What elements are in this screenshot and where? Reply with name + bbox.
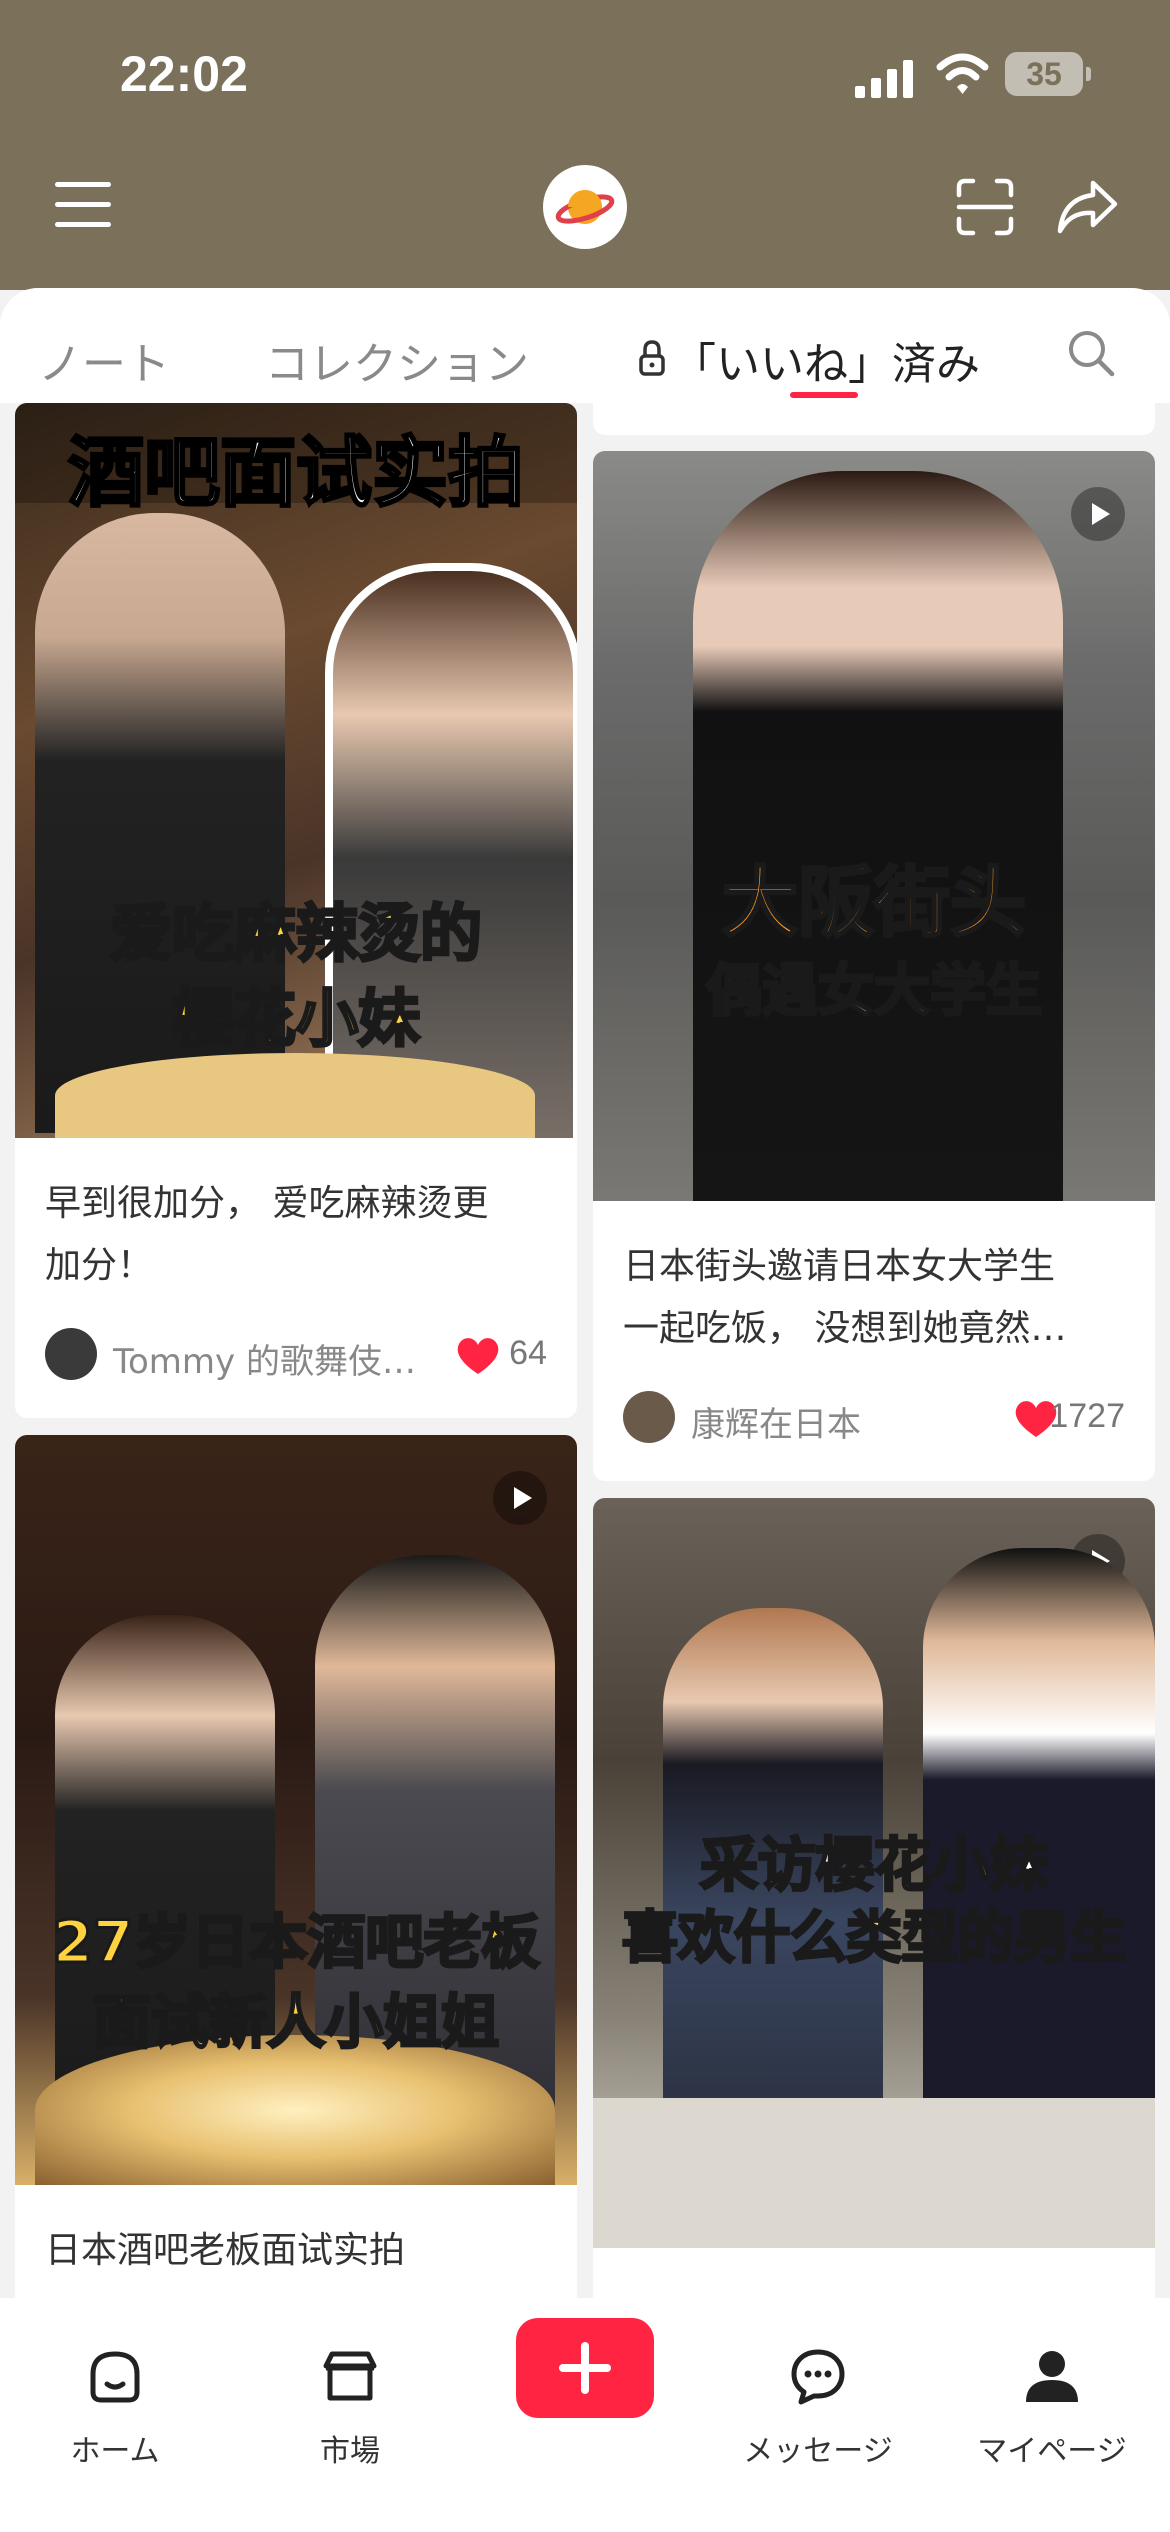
nav-market[interactable]: 市場	[260, 2318, 440, 2478]
battery-tip	[1086, 67, 1091, 81]
author-name[interactable]: Tommy 的歌舞伎…	[113, 1334, 433, 1383]
cover-main-caption: 大阪街头	[721, 857, 1028, 949]
note-cover-image: 大阪街头 偶遇女大学生	[593, 451, 1155, 1201]
cover-top-caption: 酒吧面试实拍	[67, 427, 526, 519]
note-card[interactable]: 酒吧面试实拍 爱吃麻辣烫的 樱花小妹 早到很加分， 爱吃麻辣烫更 加分！ Tom…	[15, 403, 577, 1418]
battery-icon: 35	[1005, 52, 1083, 96]
nav-market-label: 市場	[320, 2434, 380, 2469]
cover-sub-caption: 樱花小妹	[170, 981, 421, 1057]
tab-notes[interactable]: ノート	[38, 328, 170, 392]
note-cover-image: 27岁日本酒吧老板 面试新人小姐姐	[15, 1435, 577, 2185]
user-icon	[1026, 2351, 1078, 2402]
menu-icon[interactable]	[55, 182, 111, 228]
cellular-signal-icon	[855, 60, 913, 98]
nav-home-label: ホーム	[70, 2434, 160, 2469]
heart-icon[interactable]	[455, 1334, 501, 1376]
note-meta: Tommy 的歌舞伎… 64	[45, 1328, 547, 1388]
search-icon[interactable]	[1066, 328, 1116, 378]
note-card[interactable]: 27岁日本酒吧老板 面试新人小姐姐 日本酒吧老板面试实拍	[15, 1435, 577, 2298]
person-silhouette	[693, 471, 1063, 1201]
tab-collection[interactable]: コレクション	[265, 328, 529, 392]
note-cover-image: 酒吧面试实拍 爱吃麻辣烫的 樱花小妹	[15, 403, 577, 1138]
share-icon[interactable]	[1055, 177, 1120, 237]
create-note-button[interactable]	[516, 2318, 654, 2418]
cover-sub-caption: 偶遇女大学生	[705, 958, 1044, 1026]
liked-feed: 酒吧面试实拍 爱吃麻辣烫的 樱花小妹 早到很加分， 爱吃麻辣烫更 加分！ Tom…	[0, 403, 1170, 2298]
note-title: 日本街头邀请日本女大学生 一起吃饭， 没想到她竟然…	[623, 1246, 1067, 1349]
note-cover-image: 采访樱花小妹 喜欢什么类型的男生	[593, 1498, 1155, 2248]
note-card[interactable]	[593, 403, 1155, 435]
author-name[interactable]: 康辉在日本	[691, 1397, 991, 1446]
planet-logo[interactable]	[543, 165, 627, 249]
avatar[interactable]	[45, 1328, 97, 1380]
cover-main-caption: 爱吃麻辣烫的	[108, 896, 483, 972]
shop-icon	[323, 2351, 377, 2401]
play-icon	[493, 1471, 547, 1525]
cover-sub-caption: 喜欢什么类型的男生	[621, 1905, 1128, 1973]
planet-icon	[555, 190, 615, 224]
tab-active-indicator	[790, 392, 858, 398]
nav-messages[interactable]: メッセージ	[728, 2318, 908, 2478]
scan-icon[interactable]	[955, 177, 1015, 237]
cover-main-caption: 27岁日本酒吧老板	[51, 1907, 541, 1978]
cover-main-caption: 采访樱花小妹	[698, 1830, 1049, 1901]
note-title: 日本酒吧老板面试实拍	[45, 2230, 406, 2271]
battery-level: 35	[1026, 56, 1062, 92]
nav-messages-label: メッセージ	[743, 2434, 893, 2469]
status-time: 22:02	[120, 46, 248, 102]
profile-tabs: ノート コレクション 「いいね」済み	[0, 288, 1170, 404]
note-title: 早到很加分， 爱吃麻辣烫更 加分！	[45, 1183, 489, 1286]
lock-icon	[639, 340, 665, 376]
play-icon	[1071, 487, 1125, 541]
note-meta: 康辉在日本 1727	[623, 1391, 1125, 1451]
avatar[interactable]	[623, 1391, 675, 1443]
nav-mypage-label: マイページ	[977, 2434, 1127, 2469]
nav-home[interactable]: ホーム	[25, 2318, 205, 2478]
tab-liked[interactable]: 「いいね」済み	[672, 328, 980, 392]
message-icon	[791, 2349, 845, 2405]
note-card[interactable]: 大阪街头 偶遇女大学生 日本街头邀请日本女大学生 一起吃饭， 没想到她竟然… 康…	[593, 451, 1155, 1481]
nav-mypage[interactable]: マイページ	[962, 2318, 1142, 2478]
like-count: 64	[509, 1334, 547, 1372]
home-icon	[90, 2351, 140, 2403]
wifi-icon	[936, 53, 989, 94]
status-bar: 22:02 35	[0, 0, 1170, 150]
note-card[interactable]: 采访樱花小妹 喜欢什么类型的男生	[593, 1498, 1155, 2298]
like-count: 1727	[1049, 1397, 1125, 1435]
bottom-nav: ホーム 市場 メッセージ マイページ	[0, 2298, 1170, 2532]
cover-sub-caption: 面试新人小姐姐	[91, 1987, 500, 2058]
app-header	[0, 150, 1170, 290]
